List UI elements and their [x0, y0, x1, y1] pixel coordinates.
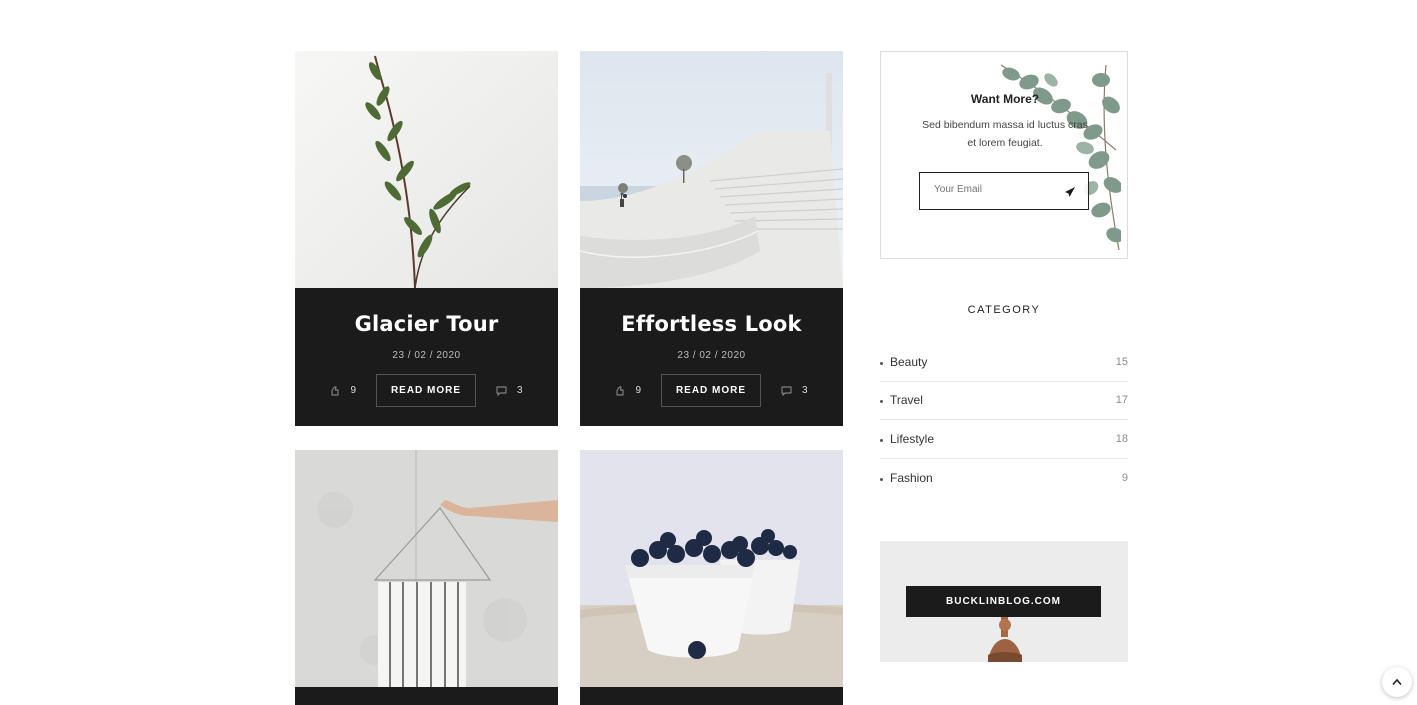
comment-icon: [496, 386, 507, 396]
arrow-up-icon: [1392, 678, 1402, 686]
category-count: 9: [1121, 471, 1128, 484]
category-name: Fashion: [880, 471, 933, 485]
comments-count: 3: [517, 385, 523, 396]
post-info-partial: [580, 687, 843, 705]
subscribe-widget: Want More? Sed bibendum massa id luctus …: [880, 51, 1128, 259]
back-to-top-button[interactable]: [1382, 667, 1412, 697]
email-field[interactable]: [919, 172, 1089, 210]
category-count: 18: [1115, 432, 1128, 445]
email-input[interactable]: [934, 184, 1054, 195]
likes-count: 9: [350, 385, 356, 396]
category-item-beauty[interactable]: Beauty 15: [880, 343, 1128, 382]
likes-count: 9: [635, 385, 641, 396]
eucalyptus-decoration: [1000, 64, 1121, 251]
post-card-towel: [295, 450, 558, 705]
likes-meta[interactable]: 9: [330, 385, 356, 396]
post-card-effortless-look: Effortless Look 23 / 02 / 2020 9 READ MO…: [580, 51, 843, 426]
comments-count: 3: [802, 385, 808, 396]
post-image-towel[interactable]: [295, 450, 558, 687]
category-list: Beauty 15 Travel 17 Lifestyle 18 Fashion…: [880, 343, 1128, 497]
read-more-button[interactable]: READ MORE: [661, 374, 761, 407]
post-date: 23 / 02 / 2020: [392, 350, 461, 361]
category-item-fashion[interactable]: Fashion 9: [880, 459, 1128, 498]
comment-icon: [781, 386, 792, 396]
comments-meta[interactable]: 3: [496, 385, 523, 396]
send-icon[interactable]: [1064, 185, 1076, 203]
read-more-button[interactable]: READ MORE: [376, 374, 476, 407]
subscribe-text: Sed bibendum massa id luctus cras et lor…: [922, 119, 1088, 149]
subscribe-title: Want More?: [970, 92, 1040, 106]
like-icon: [616, 386, 624, 395]
post-card-glacier-tour: Glacier Tour 23 / 02 / 2020 9 READ MORE …: [295, 51, 558, 426]
like-icon: [331, 386, 339, 395]
post-title[interactable]: Effortless Look: [580, 288, 843, 336]
likes-meta[interactable]: 9: [615, 385, 641, 396]
post-date: 23 / 02 / 2020: [677, 350, 746, 361]
category-name: Lifestyle: [880, 432, 934, 446]
post-image-architecture[interactable]: [580, 51, 843, 288]
category-item-lifestyle[interactable]: Lifestyle 18: [880, 420, 1128, 459]
post-info: Glacier Tour 23 / 02 / 2020 9 READ MORE …: [295, 288, 558, 426]
category-name: Beauty: [880, 355, 927, 369]
comments-meta[interactable]: 3: [781, 385, 808, 396]
post-image-blueberries[interactable]: [580, 450, 843, 687]
banner-label[interactable]: BUCKLINBLOG.COM: [906, 586, 1101, 617]
category-title: CATEGORY: [967, 304, 1041, 316]
post-image-plant[interactable]: [295, 51, 558, 288]
instagram-banner[interactable]: BUCKLINBLOG.COM: [880, 541, 1128, 662]
category-item-travel[interactable]: Travel 17: [880, 382, 1128, 420]
post-title[interactable]: Glacier Tour: [295, 288, 558, 336]
post-card-blueberries: [580, 450, 843, 705]
post-info: Effortless Look 23 / 02 / 2020 9 READ MO…: [580, 288, 843, 426]
post-info-partial: [295, 687, 558, 705]
category-count: 17: [1115, 394, 1128, 407]
category-count: 15: [1115, 355, 1128, 368]
banner-photo-person: [988, 617, 1022, 662]
category-name: Travel: [880, 393, 923, 407]
